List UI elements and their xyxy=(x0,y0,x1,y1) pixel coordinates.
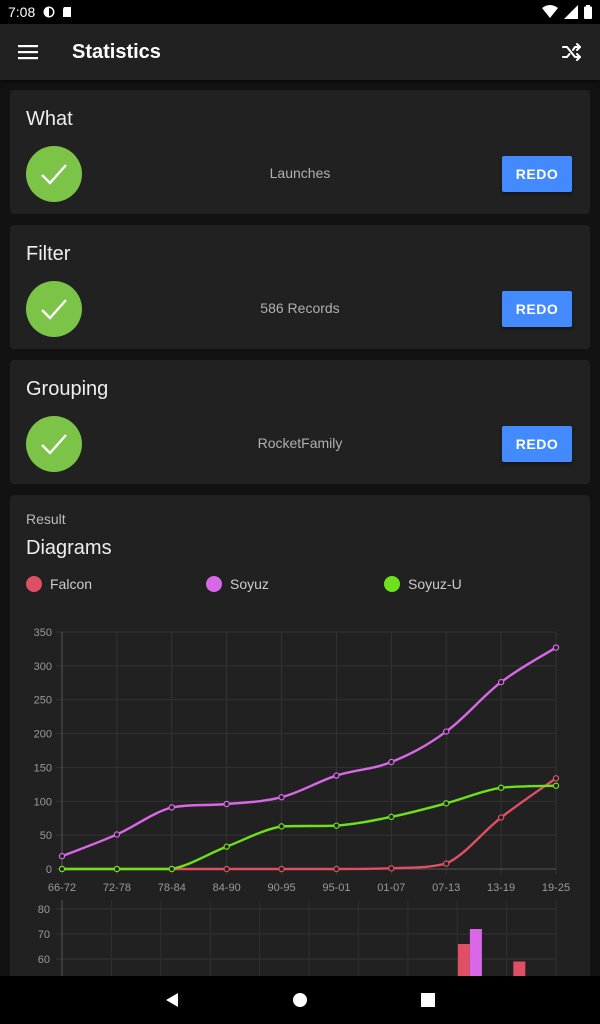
shuffle-icon[interactable] xyxy=(560,40,584,64)
y-tick-label: 100 xyxy=(34,796,52,808)
x-tick-label: 84-90 xyxy=(213,882,241,894)
data-point-soyuz xyxy=(58,852,66,860)
data-point-falcon xyxy=(552,775,560,782)
y-tick-label: 200 xyxy=(34,729,52,741)
what-card: What Launches REDO xyxy=(10,90,590,214)
y-tick-label: 250 xyxy=(34,695,52,707)
legend-label: Falcon xyxy=(50,576,93,592)
x-tick-label: 95-01 xyxy=(322,882,350,894)
data-point-falcon xyxy=(278,865,285,873)
data-point-falcon xyxy=(497,814,505,821)
bar-soyuz xyxy=(469,929,482,976)
data-point-falcon xyxy=(443,860,450,867)
data-point-soyuz-u xyxy=(443,800,450,807)
data-point-soyuz-u xyxy=(278,823,285,830)
y-tick-label: 0 xyxy=(46,864,52,876)
page-title: Statistics xyxy=(72,40,161,63)
data-point-soyuz xyxy=(333,772,340,779)
x-tick-label: 13-19 xyxy=(487,882,515,894)
bar-falcon xyxy=(513,961,526,976)
y-tick-label: 350 xyxy=(34,627,52,639)
navigation-bar xyxy=(0,976,600,1024)
y-tick-label: 50 xyxy=(40,830,52,842)
data-point-soyuz-u xyxy=(333,822,340,829)
legend-label: Soyuz xyxy=(230,576,269,592)
bar-chart: 60 70 80 xyxy=(38,900,557,976)
result-card: Result Diagrams Falcon Soyuz Soyuz-U 0 50… xyxy=(10,495,590,976)
filter-redo-button[interactable]: REDO xyxy=(502,291,572,327)
data-point-falcon xyxy=(223,865,230,873)
y-tick-label: 70 xyxy=(38,929,50,941)
series-line-soyuz-u xyxy=(62,784,557,871)
x-tick-label: 01-07 xyxy=(377,882,405,894)
data-point-soyuz-u xyxy=(58,865,66,873)
wifi-icon xyxy=(542,5,558,18)
legend-item-soyuz[interactable]: Soyuz xyxy=(206,576,269,592)
result-label: Result xyxy=(26,511,66,527)
status-time: 7:08 xyxy=(8,4,36,20)
data-point-falcon xyxy=(388,865,395,872)
y-tick-label: 60 xyxy=(38,954,50,966)
legend-item-soyuz-u[interactable]: Soyuz-U xyxy=(384,576,462,592)
x-tick-label: 19-25 xyxy=(542,882,570,894)
what-redo-button[interactable]: REDO xyxy=(502,156,572,192)
filter-heading: Filter xyxy=(26,243,71,265)
what-heading: What xyxy=(26,108,73,130)
app-bar: Statistics xyxy=(0,24,600,80)
x-tick-label: 66-72 xyxy=(48,882,76,894)
x-tick-label: 72-78 xyxy=(103,882,131,894)
x-tick-label: 07-13 xyxy=(432,882,460,894)
grouping-redo-button[interactable]: REDO xyxy=(502,426,572,462)
y-tick-label: 150 xyxy=(34,762,52,774)
home-circle-icon xyxy=(293,993,307,1007)
back-triangle-icon xyxy=(166,993,178,1007)
sd-card-icon xyxy=(63,7,72,17)
line-chart: 0 50 100 150 200 250 300 350 66-72 72-78 78-84 84-9… xyxy=(34,627,570,894)
data-point-soyuz xyxy=(552,644,560,651)
data-point-soyuz xyxy=(113,831,121,838)
hamburger-icon xyxy=(18,45,38,60)
data-point-falcon xyxy=(333,865,340,873)
data-point-soyuz xyxy=(223,800,230,808)
legend-item-falcon[interactable]: Falcon xyxy=(26,576,92,592)
back-button[interactable] xyxy=(163,991,181,1009)
data-point-soyuz xyxy=(443,728,450,735)
app-notification-icon xyxy=(43,6,55,18)
bar-falcon xyxy=(457,944,470,976)
status-bar: 7:08 xyxy=(0,0,600,24)
overview-button[interactable] xyxy=(419,991,437,1009)
grouping-heading: Grouping xyxy=(26,378,109,400)
legend-swatch-falcon xyxy=(26,576,42,592)
data-point-soyuz-u xyxy=(552,782,560,789)
menu-button[interactable] xyxy=(16,40,40,64)
data-point-soyuz xyxy=(278,794,285,801)
data-point-soyuz-u xyxy=(168,865,175,873)
x-tick-label: 78-84 xyxy=(158,882,186,894)
diagrams-title: Diagrams xyxy=(26,537,112,559)
data-point-soyuz-u xyxy=(113,865,121,873)
data-point-soyuz xyxy=(388,758,395,766)
overview-square-icon xyxy=(421,993,435,1007)
data-point-soyuz xyxy=(497,678,505,686)
legend-swatch-soyuz xyxy=(206,576,222,592)
filter-card: Filter 586 Records REDO xyxy=(10,225,590,349)
grouping-card: Grouping RocketFamily REDO xyxy=(10,360,590,484)
signal-icon xyxy=(564,5,578,19)
content-area[interactable]: What Launches REDO Filter 586 Records RE… xyxy=(0,80,600,976)
data-point-soyuz xyxy=(168,804,175,811)
data-point-soyuz-u xyxy=(388,813,395,821)
x-tick-label: 90-95 xyxy=(267,882,295,894)
data-point-soyuz-u xyxy=(223,843,230,850)
legend-swatch-soyuz-u xyxy=(384,576,400,592)
battery-icon xyxy=(584,5,592,19)
y-tick-label: 80 xyxy=(38,904,50,916)
y-tick-label: 300 xyxy=(34,661,52,673)
data-point-soyuz-u xyxy=(497,784,505,791)
legend-label: Soyuz-U xyxy=(408,576,462,592)
home-button[interactable] xyxy=(291,991,309,1009)
